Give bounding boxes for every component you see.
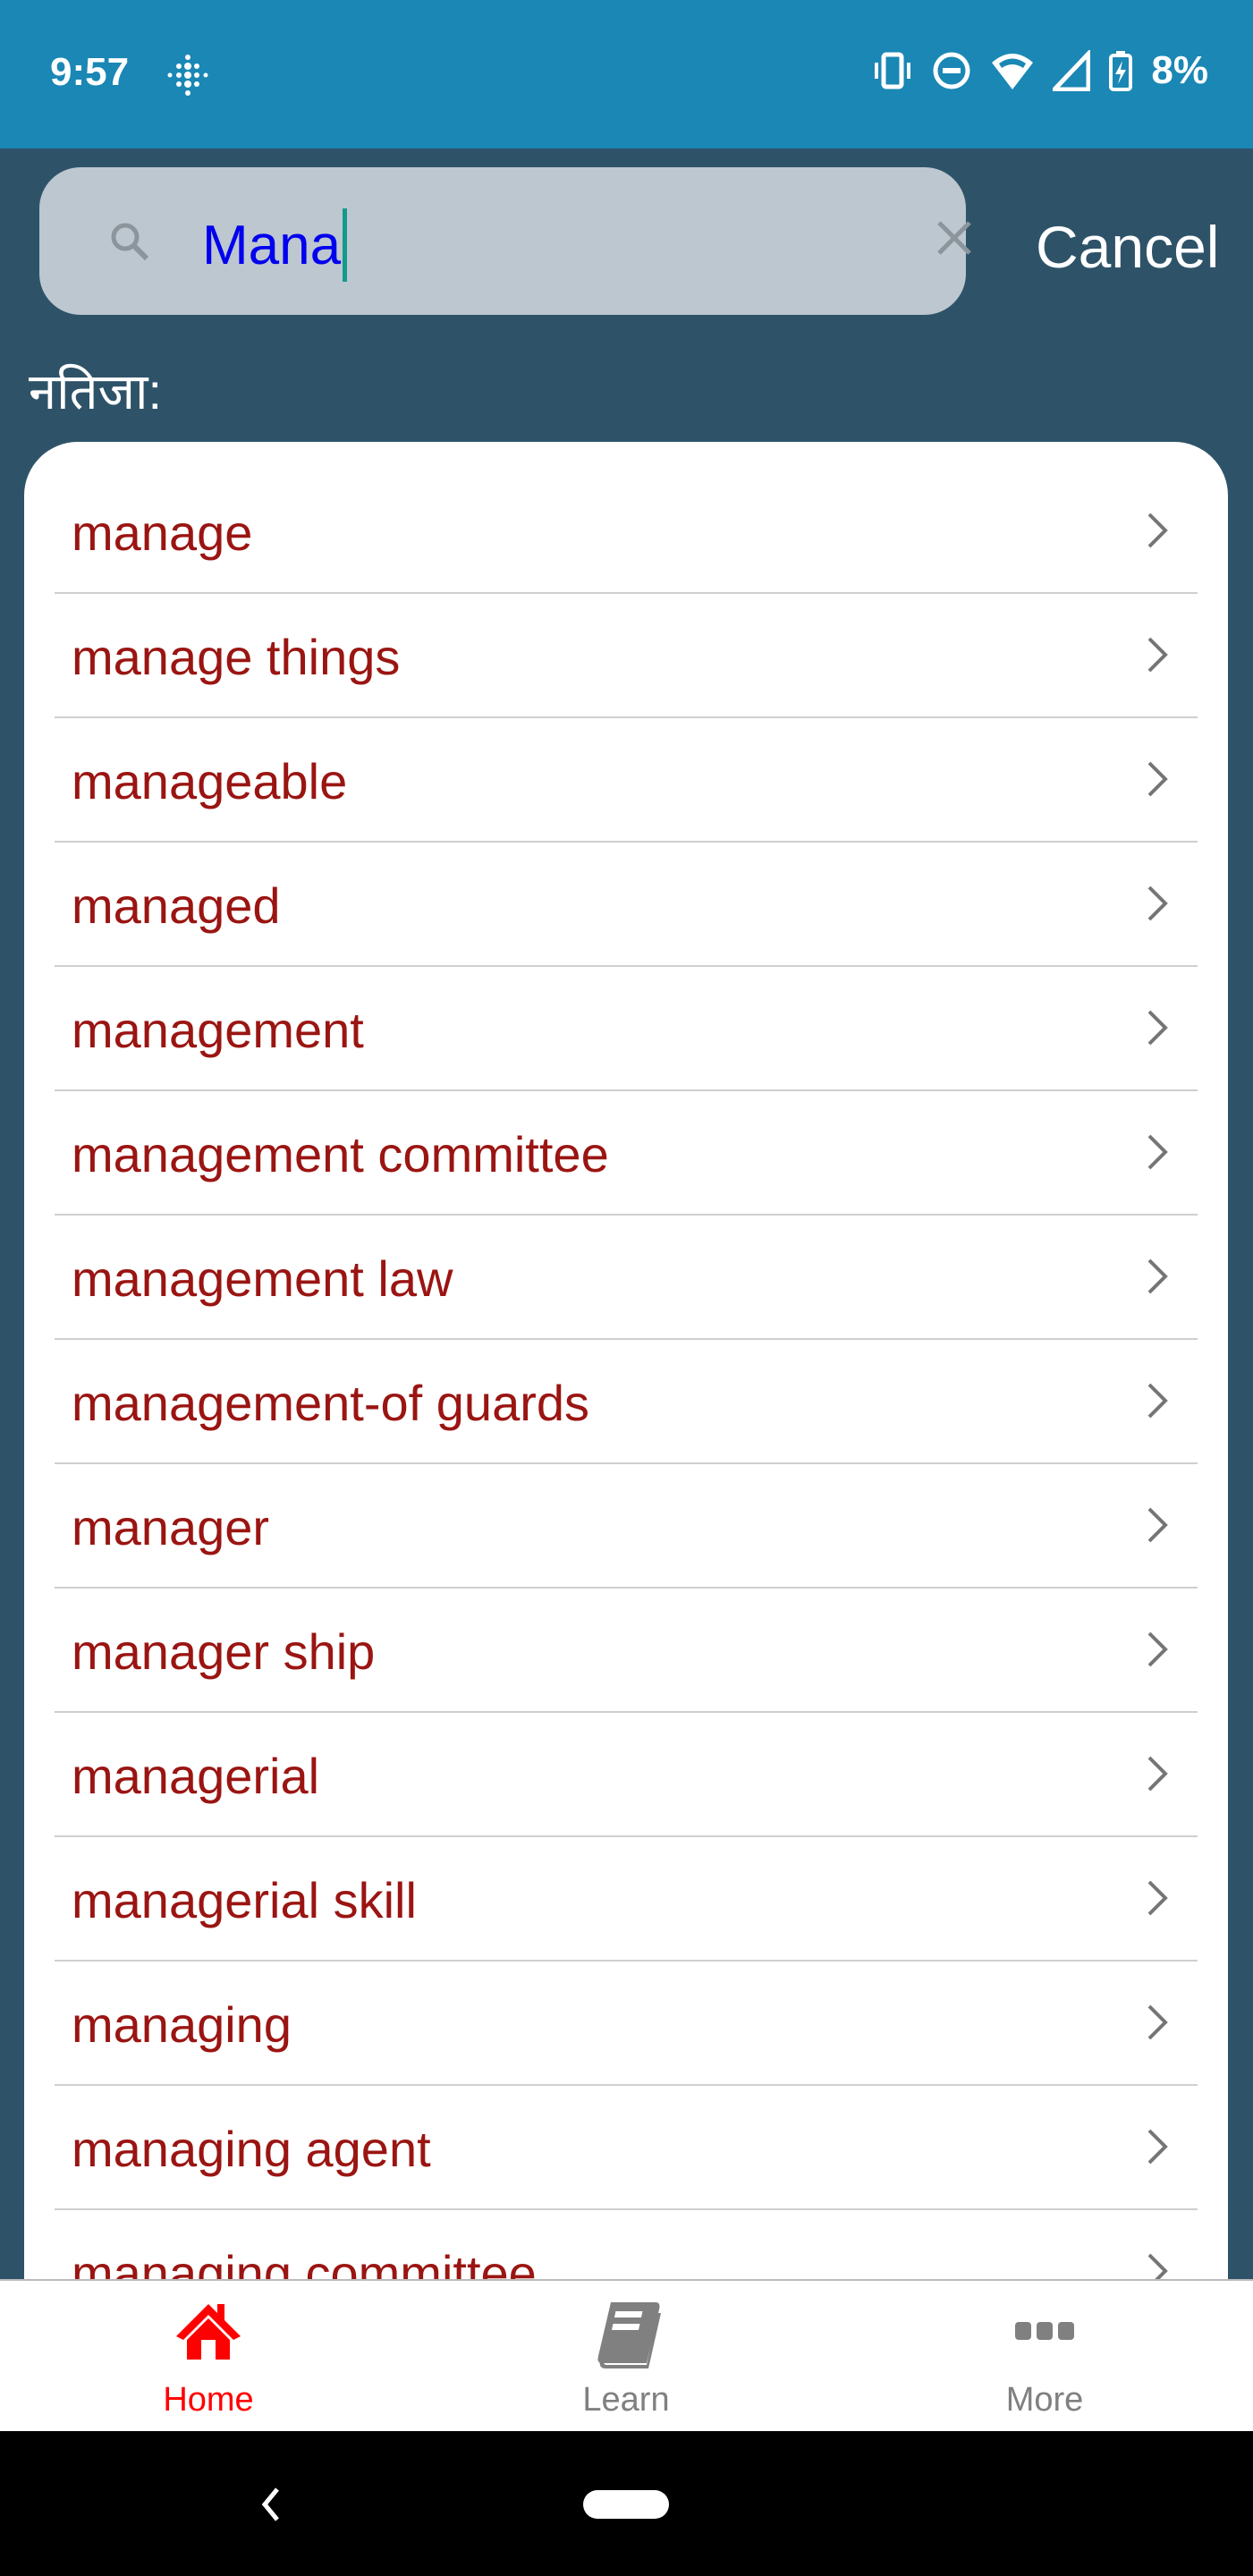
vibrate-icon [875, 52, 911, 89]
list-item[interactable]: managerial skill [55, 1837, 1198, 1962]
clear-icon[interactable] [934, 217, 975, 258]
list-item[interactable]: management-of guards [55, 1340, 1198, 1464]
chevron-right-icon [1147, 1880, 1168, 1916]
result-text: managing agent [72, 2121, 431, 2177]
list-item[interactable]: manage things [55, 594, 1198, 718]
list-item[interactable]: manager ship [55, 1589, 1198, 1713]
result-text: management-of guards [72, 1375, 590, 1431]
cancel-button[interactable]: Cancel [1036, 213, 1219, 281]
chevron-right-icon [1147, 1383, 1168, 1419]
result-text: management law [72, 1250, 453, 1307]
search-value: Mana [202, 214, 342, 276]
chevron-right-icon [1147, 637, 1168, 673]
list-item[interactable]: management law [55, 1216, 1198, 1340]
list-item[interactable]: management committee [55, 1091, 1198, 1216]
result-text: manager ship [72, 1623, 376, 1680]
do-not-disturb-icon [933, 52, 970, 89]
chevron-right-icon [1147, 886, 1168, 921]
fitbit-icon [167, 55, 208, 96]
bottom-nav: Home Learn More [0, 2279, 1253, 2431]
tab-label: More [1005, 2381, 1084, 2419]
result-text: manageable [72, 753, 348, 809]
result-text: management [72, 1002, 364, 1058]
chevron-right-icon [1147, 1756, 1168, 1792]
results-label: नतिजा: [29, 363, 163, 419]
tab-label: Learn [582, 2381, 670, 2419]
battery-charging-icon [1109, 51, 1133, 91]
chevron-right-icon [1147, 1134, 1168, 1170]
more-icon [1015, 2322, 1074, 2340]
result-text: managed [72, 877, 281, 934]
book-icon [597, 2302, 661, 2368]
signal-icon [1053, 50, 1091, 91]
result-text: managerial skill [72, 1872, 417, 1928]
tab-label: Home [163, 2381, 254, 2419]
chevron-right-icon [1147, 2004, 1168, 2040]
back-icon[interactable] [259, 2487, 281, 2522]
status-time: 9:57 [50, 50, 130, 94]
wifi-icon [992, 54, 1034, 89]
chevron-right-icon [1147, 761, 1168, 797]
tab-more[interactable]: More [910, 2281, 1179, 2433]
search-icon [111, 223, 149, 261]
chevron-right-icon [1147, 1507, 1168, 1543]
result-text: manager [72, 1499, 270, 1555]
list-item[interactable]: management [55, 967, 1198, 1091]
result-text: managing [72, 1996, 292, 2053]
chevron-right-icon [1147, 513, 1168, 548]
home-icon [176, 2304, 241, 2360]
tab-home[interactable]: Home [74, 2281, 343, 2433]
list-item[interactable]: managing agent [55, 2086, 1198, 2210]
chevron-right-icon [1147, 1010, 1168, 1046]
home-pill[interactable] [583, 2490, 669, 2519]
list-item[interactable]: manage [55, 470, 1198, 594]
list-item[interactable]: managed [55, 843, 1198, 967]
chevron-right-icon [1147, 2129, 1168, 2165]
search-input[interactable]: Mana [39, 167, 971, 315]
results-list: manage manage things manageable managed mana… [24, 442, 1228, 2320]
chevron-right-icon [1147, 1631, 1168, 1667]
list-item[interactable]: manageable [55, 718, 1198, 843]
result-text: manage things [72, 629, 401, 685]
text-caret [343, 208, 348, 282]
tab-learn[interactable]: Learn [492, 2281, 760, 2433]
list-item[interactable]: manager [55, 1464, 1198, 1589]
list-item[interactable]: managerial [55, 1713, 1198, 1837]
result-text: manage [72, 504, 253, 561]
result-text: managerial [72, 1748, 320, 1804]
chevron-right-icon [1147, 1258, 1168, 1294]
system-nav-bar [0, 2431, 1253, 2576]
result-text: management committee [72, 1126, 609, 1182]
status-bar: 9:57 8% [0, 0, 1253, 148]
battery-percent: 8% [1151, 48, 1208, 92]
list-item[interactable]: managing [55, 1962, 1198, 2086]
